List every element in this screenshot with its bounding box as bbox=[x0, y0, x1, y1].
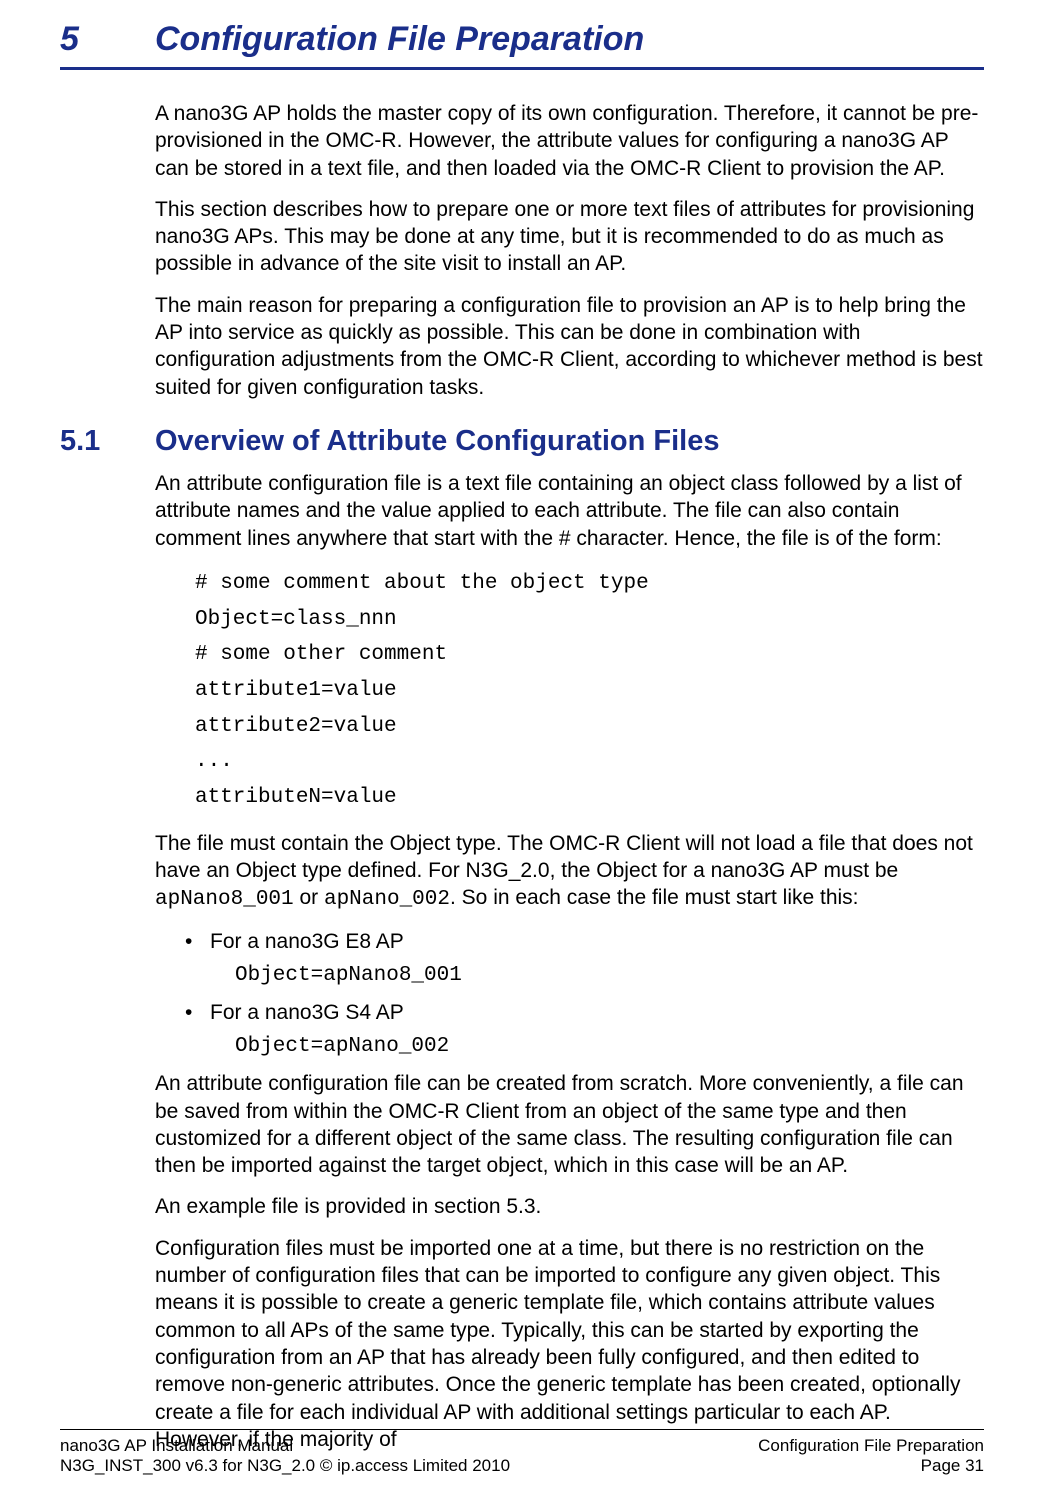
bullet-item: • For a nano3G E8 AP bbox=[185, 928, 984, 956]
bullet-code: Object=apNano8_001 bbox=[235, 964, 984, 987]
code-line: Object=class_nnn bbox=[195, 602, 984, 638]
footer-section-title: Configuration File Preparation bbox=[758, 1436, 984, 1456]
section-paragraph-4: An example file is provided in section 5… bbox=[155, 1193, 984, 1220]
section-number: 5.1 bbox=[60, 425, 155, 458]
text-span: or bbox=[294, 886, 324, 909]
code-line: attribute2=value bbox=[195, 709, 984, 745]
footer-manual-title: nano3G AP Installation Manual bbox=[60, 1436, 510, 1456]
intro-paragraph-2: This section describes how to prepare on… bbox=[155, 196, 984, 278]
text-span: The file must contain the Object type. T… bbox=[155, 832, 973, 882]
footer-page-number: Page 31 bbox=[758, 1456, 984, 1476]
intro-paragraph-3: The main reason for preparing a configur… bbox=[155, 292, 984, 401]
chapter-title: Configuration File Preparation bbox=[155, 20, 644, 59]
footer-right: Configuration File Preparation Page 31 bbox=[758, 1436, 984, 1476]
bullet-code: Object=apNano_002 bbox=[235, 1035, 984, 1058]
chapter-header: 5 Configuration File Preparation bbox=[60, 20, 984, 70]
chapter-number: 5 bbox=[60, 20, 155, 59]
section-header: 5.1 Overview of Attribute Configuration … bbox=[60, 425, 984, 458]
inline-code: apNano8_001 bbox=[155, 888, 294, 911]
section-paragraph-3: An attribute configuration file can be c… bbox=[155, 1070, 984, 1179]
code-line: # some comment about the object type bbox=[195, 566, 984, 602]
code-line: attribute1=value bbox=[195, 673, 984, 709]
text-span: . So in each case the file must start li… bbox=[450, 886, 859, 909]
bullet-marker-icon: • bbox=[185, 999, 210, 1027]
bullet-list: • For a nano3G S4 AP bbox=[185, 999, 984, 1027]
bullet-item: • For a nano3G S4 AP bbox=[185, 999, 984, 1027]
inline-code: apNano_002 bbox=[324, 888, 450, 911]
section-paragraph-2: The file must contain the Object type. T… bbox=[155, 830, 984, 914]
bullet-text: For a nano3G S4 AP bbox=[210, 999, 404, 1027]
code-line: attributeN=value bbox=[195, 780, 984, 816]
page-footer: nano3G AP Installation Manual N3G_INST_3… bbox=[60, 1429, 984, 1476]
footer-version: N3G_INST_300 v6.3 for N3G_2.0 © ip.acces… bbox=[60, 1456, 510, 1476]
bullet-list: • For a nano3G E8 AP bbox=[185, 928, 984, 956]
bullet-marker-icon: • bbox=[185, 928, 210, 956]
section-title: Overview of Attribute Configuration File… bbox=[155, 425, 719, 458]
code-block: # some comment about the object type Obj… bbox=[195, 566, 984, 816]
footer-left: nano3G AP Installation Manual N3G_INST_3… bbox=[60, 1436, 510, 1476]
code-line: ... bbox=[195, 744, 984, 780]
code-line: # some other comment bbox=[195, 637, 984, 673]
bullet-text: For a nano3G E8 AP bbox=[210, 928, 404, 956]
section-paragraph-5: Configuration files must be imported one… bbox=[155, 1235, 984, 1453]
intro-paragraph-1: A nano3G AP holds the master copy of its… bbox=[155, 100, 984, 182]
section-paragraph-1: An attribute configuration file is a tex… bbox=[155, 470, 984, 552]
